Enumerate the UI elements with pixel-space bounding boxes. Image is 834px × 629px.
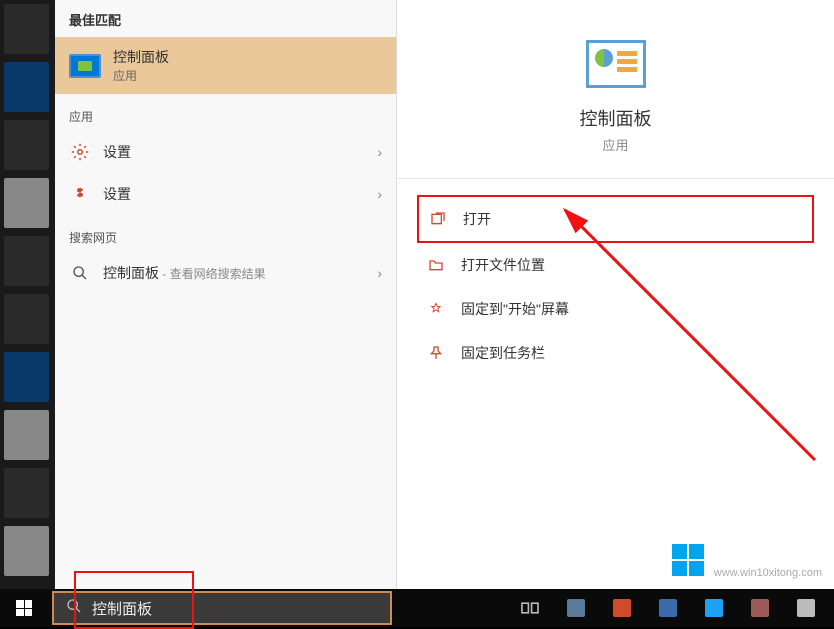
folder-icon xyxy=(427,257,445,273)
action-label: 打开文件位置 xyxy=(461,255,545,275)
taskbar-app[interactable] xyxy=(556,589,596,627)
app-label: 设置 xyxy=(103,184,365,204)
search-results-panel: 最佳匹配 控制面板 应用 应用 设置 › 设置 › 搜索网页 控制面板 - 查看… xyxy=(55,0,397,589)
detail-subtitle: 应用 xyxy=(417,135,814,154)
taskbar-app[interactable] xyxy=(648,589,688,627)
task-view-button[interactable] xyxy=(510,589,550,627)
detail-title: 控制面板 xyxy=(417,105,814,131)
app-result-settings-2[interactable]: 设置 › xyxy=(55,173,396,215)
desktop-icon[interactable] xyxy=(4,410,49,460)
result-detail-panel: 控制面板 应用 打开 打开文件位置 固定到"开始"屏幕 固定到任务栏 xyxy=(397,0,834,589)
action-open-location[interactable]: 打开文件位置 xyxy=(417,243,814,287)
pin-icon xyxy=(427,345,445,361)
desktop-icon[interactable] xyxy=(4,468,49,518)
control-panel-icon xyxy=(69,54,101,78)
web-result-text: 控制面板 - 查看网络搜索结果 xyxy=(103,263,365,283)
action-pin-taskbar[interactable]: 固定到任务栏 xyxy=(417,331,814,375)
windows-start-icon xyxy=(16,600,32,616)
taskbar-app[interactable] xyxy=(740,589,780,627)
action-label: 固定到"开始"屏幕 xyxy=(461,299,569,319)
taskbar-app[interactable] xyxy=(602,589,642,627)
watermark-url: www.win10xitong.com xyxy=(714,567,822,579)
watermark: Win10之家 www.win10xitong.com xyxy=(672,541,822,579)
control-panel-large-icon xyxy=(586,40,646,88)
desktop-icons-column xyxy=(0,0,55,627)
gear-icon xyxy=(69,141,91,163)
desktop-icon[interactable] xyxy=(4,526,49,576)
chevron-right-icon: › xyxy=(377,144,382,160)
taskbar-search-box[interactable] xyxy=(52,591,392,625)
desktop-icon[interactable] xyxy=(4,236,49,286)
app-label: 设置 xyxy=(103,142,365,162)
desktop-icon[interactable] xyxy=(4,4,49,54)
action-label: 打开 xyxy=(463,209,491,229)
start-button[interactable] xyxy=(0,589,48,627)
search-icon xyxy=(69,262,91,284)
s-icon xyxy=(69,183,91,205)
desktop-icon[interactable] xyxy=(4,352,49,402)
desktop-icon[interactable] xyxy=(4,178,49,228)
result-subtitle: 应用 xyxy=(113,67,169,84)
best-match-label: 最佳匹配 xyxy=(55,0,396,37)
result-title: 控制面板 xyxy=(113,47,169,67)
open-icon xyxy=(429,211,447,227)
taskbar-app[interactable] xyxy=(694,589,734,627)
pin-icon xyxy=(427,301,445,317)
desktop-icon[interactable] xyxy=(4,120,49,170)
apps-section-label: 应用 xyxy=(55,94,396,131)
search-icon xyxy=(66,598,82,619)
web-section-label: 搜索网页 xyxy=(55,215,396,252)
app-result-settings[interactable]: 设置 › xyxy=(55,131,396,173)
watermark-title: Win10之家 xyxy=(714,541,822,567)
web-search-result[interactable]: 控制面板 - 查看网络搜索结果 › xyxy=(55,252,396,294)
chevron-right-icon: › xyxy=(377,186,382,202)
chevron-right-icon: › xyxy=(377,265,382,281)
action-pin-start[interactable]: 固定到"开始"屏幕 xyxy=(417,287,814,331)
divider xyxy=(397,178,834,179)
desktop-icon[interactable] xyxy=(4,294,49,344)
taskbar-app[interactable] xyxy=(786,589,826,627)
best-match-result[interactable]: 控制面板 应用 xyxy=(55,37,396,94)
windows-logo-icon xyxy=(672,544,704,576)
action-label: 固定到任务栏 xyxy=(461,343,545,363)
taskbar xyxy=(0,589,834,627)
action-open[interactable]: 打开 xyxy=(417,195,814,243)
desktop-icon[interactable] xyxy=(4,62,49,112)
search-input[interactable] xyxy=(92,600,378,617)
